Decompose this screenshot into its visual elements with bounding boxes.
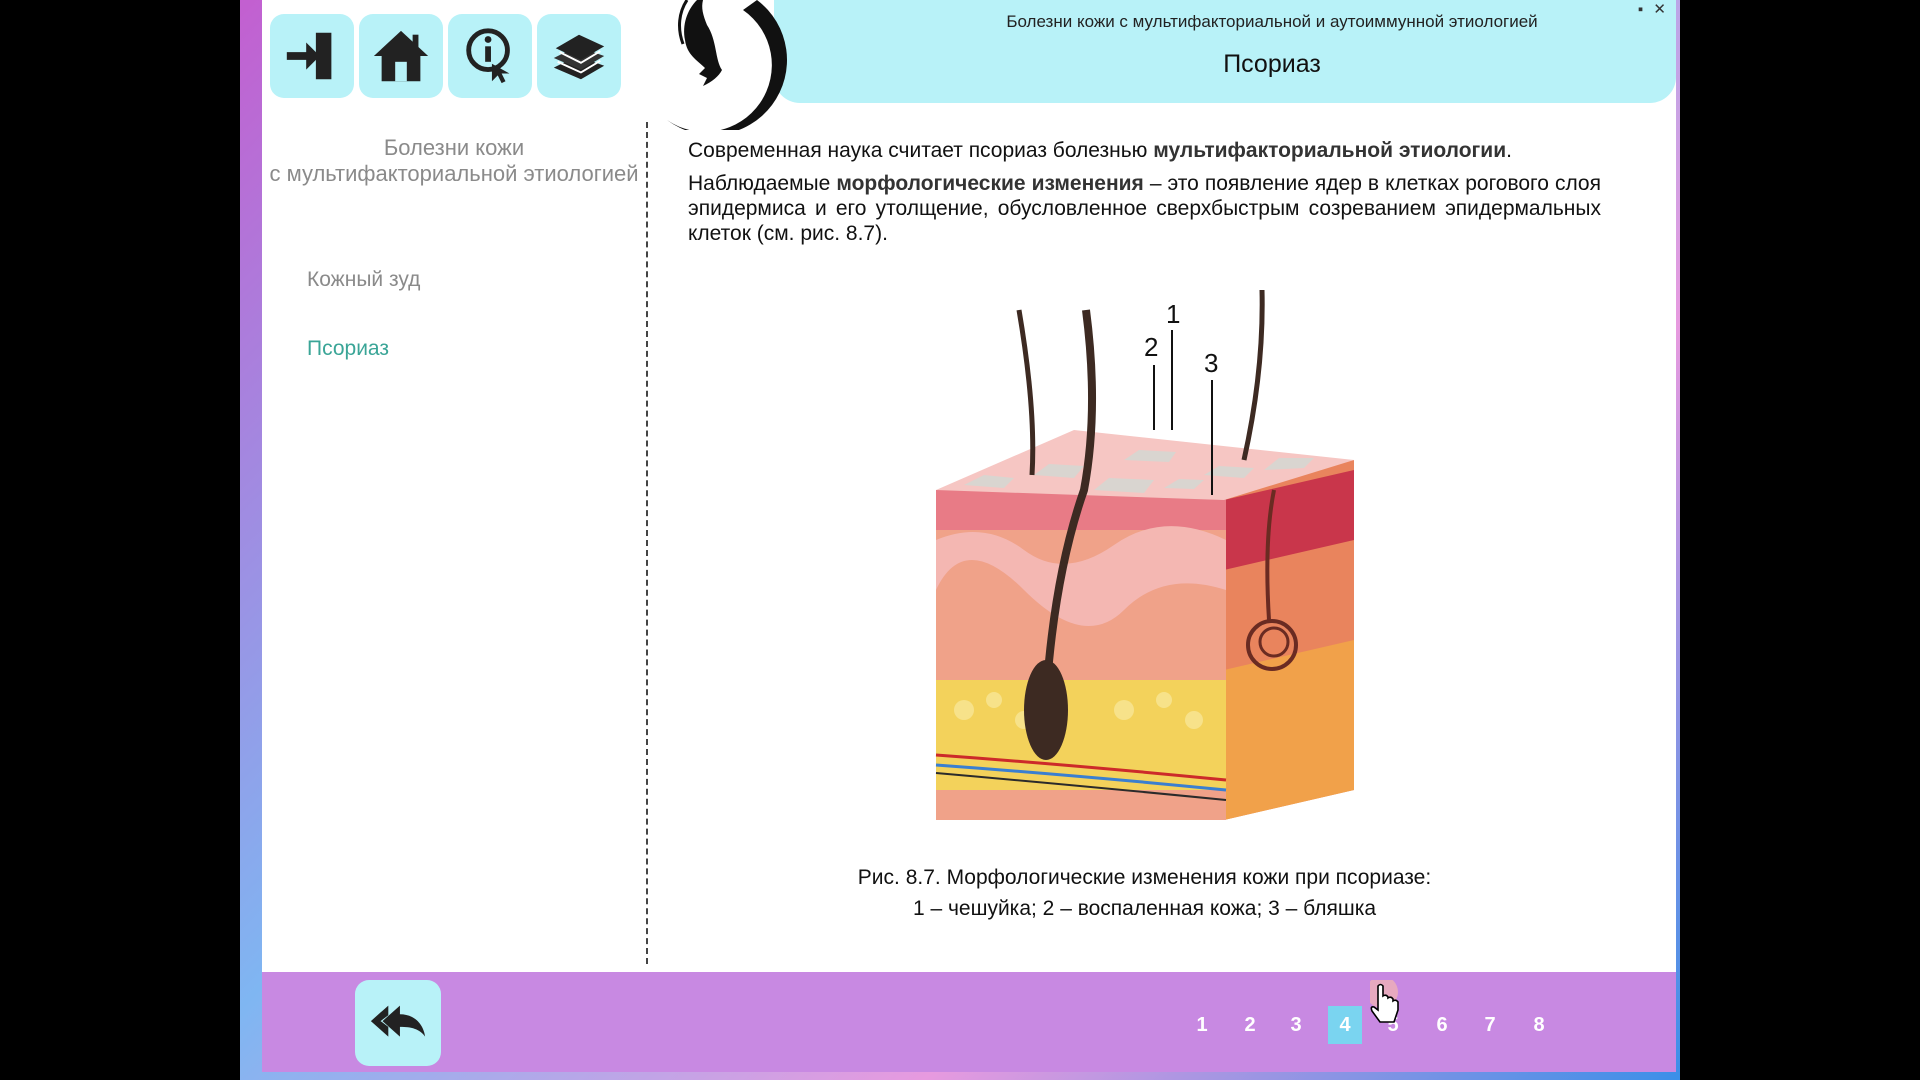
header-subtitle: Болезни кожи с мультифакториальной и аут… — [1006, 12, 1538, 31]
page-6[interactable]: 6 — [1425, 1006, 1459, 1044]
sidebar-title-line1: Болезни кожи — [383, 135, 525, 160]
page-4[interactable]: 4 — [1328, 1006, 1362, 1044]
app-window: Болезни кожи с мультифакториальной и аут… — [262, 0, 1676, 1072]
home-icon — [373, 30, 429, 82]
paragraph-2: Наблюдаемые морфологические изменения – … — [688, 172, 1601, 245]
page-7[interactable]: 7 — [1473, 1006, 1507, 1044]
figure-label-3: 3 — [1204, 348, 1218, 378]
exit-icon — [286, 32, 332, 80]
page-8[interactable]: 8 — [1522, 1006, 1556, 1044]
books-icon — [553, 34, 605, 80]
window-controls: ▪ ✕ — [1632, 0, 1666, 18]
exit-button[interactable] — [270, 14, 354, 98]
reply-all-icon — [370, 1005, 426, 1037]
page-title: Псориаз — [1223, 50, 1321, 78]
figure-label-1: 1 — [1166, 299, 1180, 329]
figure-label-2: 2 — [1144, 332, 1158, 362]
hand-cursor-icon — [1370, 980, 1399, 1023]
sidebar-item-psoriasis[interactable]: Псориаз — [307, 337, 389, 361]
page-1[interactable]: 1 — [1185, 1006, 1219, 1044]
info-button[interactable] — [448, 14, 532, 98]
figure-caption: Рис. 8.7. Морфологические изменения кожи… — [688, 862, 1601, 924]
content-text: Современная наука считает псориаз болезн… — [688, 138, 1601, 254]
sidebar-divider — [646, 122, 648, 964]
sidebar-title-line2: с мультифакториальной этиологией — [269, 161, 639, 186]
info-icon — [466, 28, 510, 84]
page-3[interactable]: 3 — [1279, 1006, 1313, 1044]
figure-caption-line2: 1 – чешуйка; 2 – воспаленная кожа; 3 – б… — [912, 897, 1377, 920]
books-button[interactable] — [537, 14, 621, 98]
minimize-button[interactable]: ▪ — [1638, 1, 1643, 18]
home-button[interactable] — [359, 14, 443, 98]
footer-bar: 1 2 3 4 5 6 7 8 — [262, 972, 1676, 1072]
sidebar-item-skin-itch[interactable]: Кожный зуд — [307, 268, 420, 292]
figure-caption-line1: Рис. 8.7. Морфологические изменения кожи… — [857, 866, 1432, 889]
page-2[interactable]: 2 — [1233, 1006, 1267, 1044]
skin-cross-section-illustration: 1 2 3 — [935, 290, 1354, 820]
paragraph-1: Современная наука считает псориаз болезн… — [688, 139, 1512, 162]
logo — [667, 0, 787, 130]
close-button[interactable]: ✕ — [1653, 1, 1666, 18]
back-button[interactable] — [355, 980, 441, 1066]
sidebar-title: Болезни кожи с мультифакториальной этиол… — [262, 135, 646, 187]
